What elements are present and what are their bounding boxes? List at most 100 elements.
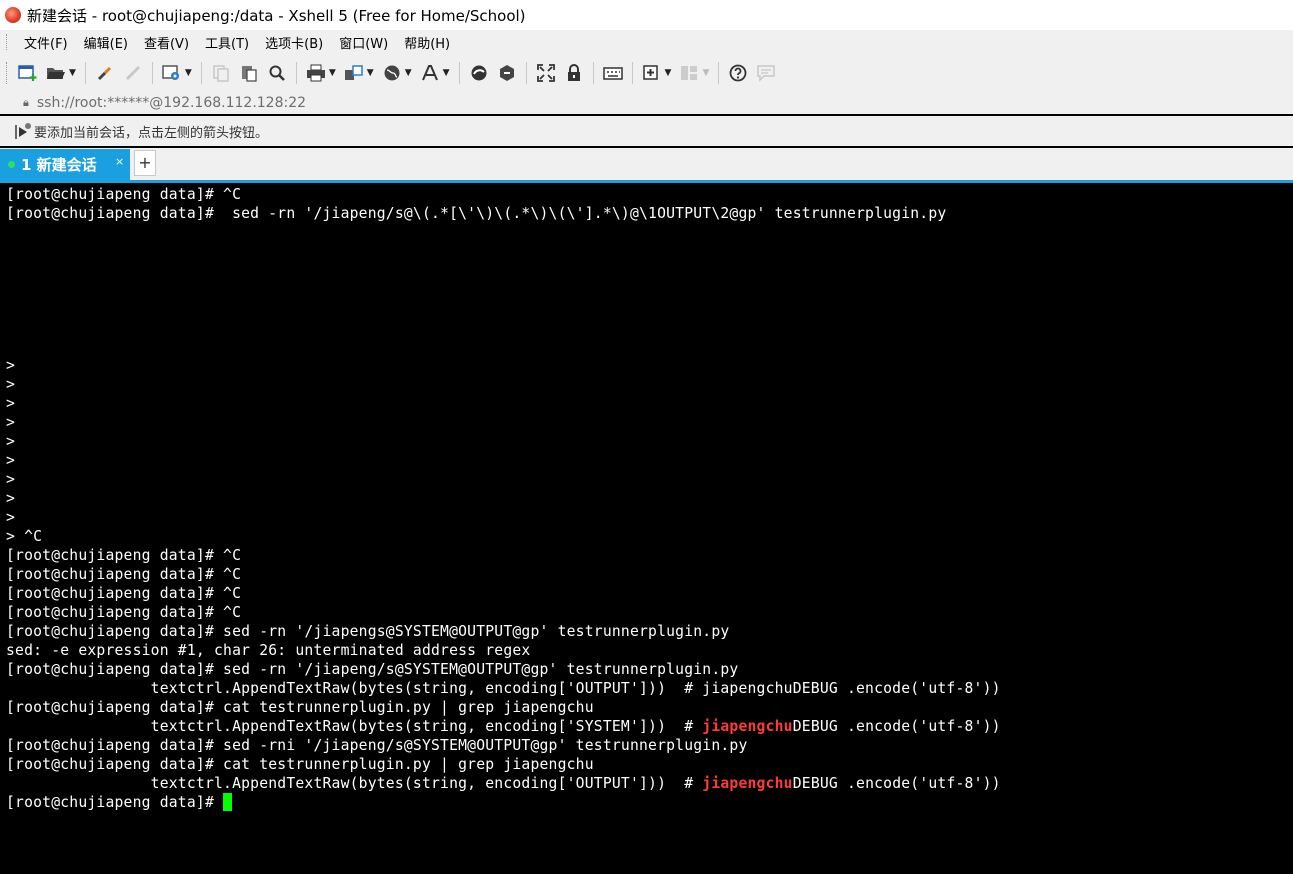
- chat-icon[interactable]: [754, 61, 778, 85]
- menu-window[interactable]: 窗口(W): [331, 33, 396, 52]
- terminal-line: textctrl.AppendTextRaw(bytes(string, enc…: [6, 679, 1293, 698]
- layout-dropdown-icon[interactable]: ▼: [702, 68, 709, 78]
- toolbar-separator: [592, 62, 594, 84]
- menu-tab[interactable]: 选项卡(B): [257, 33, 331, 52]
- font-icon[interactable]: [418, 61, 442, 85]
- terminal-text: >: [6, 414, 16, 431]
- new-session-icon[interactable]: [16, 61, 40, 85]
- terminal-text: [root@chujiapeng data]# sed -rn '/jiapen…: [6, 661, 739, 678]
- terminal-text: >: [6, 395, 16, 412]
- terminal-pane[interactable]: [root@chujiapeng data]# ^C [root@chujiape…: [0, 183, 1293, 874]
- title-bar: 新建会话 - root@chujiapeng:/data - Xshell 5 …: [0, 0, 1293, 30]
- terminal-line: >: [6, 375, 1293, 394]
- terminal-text: [root@chujiapeng data]# ^C: [6, 186, 242, 203]
- toolbar-separator: [151, 62, 153, 84]
- lock-icon[interactable]: [562, 61, 586, 85]
- tab-new-session[interactable]: 1 新建会话 ×: [0, 149, 130, 180]
- print-dropdown-icon[interactable]: ▼: [329, 68, 336, 78]
- menu-bar: 文件(F) 编辑(E) 查看(V) 工具(T) 选项卡(B) 窗口(W) 帮助(…: [0, 30, 1293, 54]
- xshell-app-icon: [5, 7, 21, 23]
- terminal-line: > ^C: [6, 527, 1293, 546]
- menu-file[interactable]: 文件(F): [16, 33, 76, 52]
- toolbar-separator: [631, 62, 633, 84]
- terminal-text: [root@chujiapeng data]# sed -rn '/jiapen…: [6, 205, 947, 222]
- terminal-text: >: [6, 490, 16, 507]
- terminal-line: sed: -e expression #1, char 26: untermin…: [6, 641, 1293, 660]
- transfer-dropdown-icon[interactable]: ▼: [367, 68, 374, 78]
- terminal-text: > ^C: [6, 528, 43, 545]
- terminal-text: [root@chujiapeng data]# sed -rni '/jiape…: [6, 737, 748, 754]
- xftp-icon[interactable]: [467, 61, 491, 85]
- menu-view[interactable]: 查看(V): [136, 33, 197, 52]
- open-dropdown-icon[interactable]: ▼: [69, 68, 76, 78]
- disconnect-icon[interactable]: [121, 61, 145, 85]
- find-icon[interactable]: [265, 61, 289, 85]
- address-lock-icon: 🔒︎: [23, 96, 29, 109]
- address-bar: 🔒︎ ssh://root:******@192.168.112.128:22: [0, 92, 1293, 114]
- terminal-text: [root@chujiapeng data]# ^C: [6, 547, 242, 564]
- new-tab-button[interactable]: +: [134, 150, 156, 176]
- terminal-line: [root@chujiapeng data]# sed -rn '/jiapen…: [6, 660, 1293, 679]
- xshell-icon[interactable]: [495, 61, 519, 85]
- terminal-cursor: [223, 793, 233, 811]
- open-folder-icon[interactable]: [44, 61, 68, 85]
- tab-bar: 1 新建会话 × +: [0, 148, 1293, 180]
- grep-match-highlight: jiapengchu: [702, 718, 793, 735]
- keyboard-icon[interactable]: [601, 61, 625, 85]
- print-icon[interactable]: [304, 61, 328, 85]
- terminal-line: >: [6, 470, 1293, 489]
- toolbar: ▼ ▼ ▼ ▼ ▼ ▼ ▼ ▼: [0, 54, 1293, 92]
- terminal-text: sed: -e expression #1, char 26: untermin…: [6, 642, 531, 659]
- layout-icon[interactable]: [677, 61, 701, 85]
- terminal-text: [root@chujiapeng data]#: [6, 794, 224, 811]
- terminal-text: >: [6, 452, 16, 469]
- terminal-text: DEBUG .encode('utf-8')): [792, 718, 1001, 735]
- globe-icon[interactable]: [380, 61, 404, 85]
- tab-close-icon[interactable]: ×: [115, 155, 124, 168]
- properties-icon[interactable]: [160, 61, 184, 85]
- menu-tools[interactable]: 工具(T): [197, 33, 257, 52]
- terminal-line: [root@chujiapeng data]# ^C: [6, 603, 1293, 622]
- toolbar-grip[interactable]: [6, 62, 10, 84]
- tab-label: 1 新建会话: [21, 156, 97, 174]
- terminal-text: [root@chujiapeng data]# cat testrunnerpl…: [6, 699, 594, 716]
- menu-help[interactable]: 帮助(H): [396, 33, 458, 52]
- terminal-line: [root@chujiapeng data]# cat testrunnerpl…: [6, 755, 1293, 774]
- reconnect-icon[interactable]: [93, 61, 117, 85]
- menu-edit[interactable]: 编辑(E): [76, 33, 136, 52]
- terminal-line: >: [6, 489, 1293, 508]
- terminal-output: [root@chujiapeng data]# ^C [root@chujiape…: [0, 183, 1293, 812]
- copy-icon[interactable]: [209, 61, 233, 85]
- fullscreen-icon[interactable]: [534, 61, 558, 85]
- terminal-text: [root@chujiapeng data]# ^C: [6, 566, 242, 583]
- terminal-line: >: [6, 432, 1293, 451]
- font-dropdown-icon[interactable]: ▼: [443, 68, 450, 78]
- globe-dropdown-icon[interactable]: ▼: [405, 68, 412, 78]
- add-dropdown-icon[interactable]: ▼: [665, 68, 672, 78]
- terminal-line: [root@chujiapeng data]# sed -rn '/jiapen…: [6, 622, 1293, 641]
- transfer-icon[interactable]: [342, 61, 366, 85]
- address-field[interactable]: ssh://root:******@192.168.112.128:22: [37, 95, 306, 111]
- terminal-line: >: [6, 394, 1293, 413]
- terminal-text: [root@chujiapeng data]# ^C: [6, 585, 242, 602]
- properties-dropdown-icon[interactable]: ▼: [185, 68, 192, 78]
- terminal-line: [root@chujiapeng data]# cat testrunnerpl…: [6, 698, 1293, 717]
- terminal-line: [root@chujiapeng data]# sed -rn '/jiapen…: [6, 204, 1293, 223]
- terminal-text: textctrl.AppendTextRaw(bytes(string, enc…: [6, 718, 703, 735]
- toolbar-separator: [525, 62, 527, 84]
- toolbar-separator: [458, 62, 460, 84]
- terminal-text: >: [6, 509, 16, 526]
- help-icon[interactable]: [726, 61, 750, 85]
- paste-icon[interactable]: [237, 61, 261, 85]
- terminal-text: >: [6, 471, 16, 488]
- menu-grip[interactable]: [6, 34, 10, 50]
- add-icon[interactable]: [640, 61, 664, 85]
- session-hint-text: 要添加当前会话，点击左侧的箭头按钮。: [34, 125, 269, 141]
- terminal-text: [root@chujiapeng data]# cat testrunnerpl…: [6, 756, 594, 773]
- add-session-arrow-icon[interactable]: [14, 122, 32, 140]
